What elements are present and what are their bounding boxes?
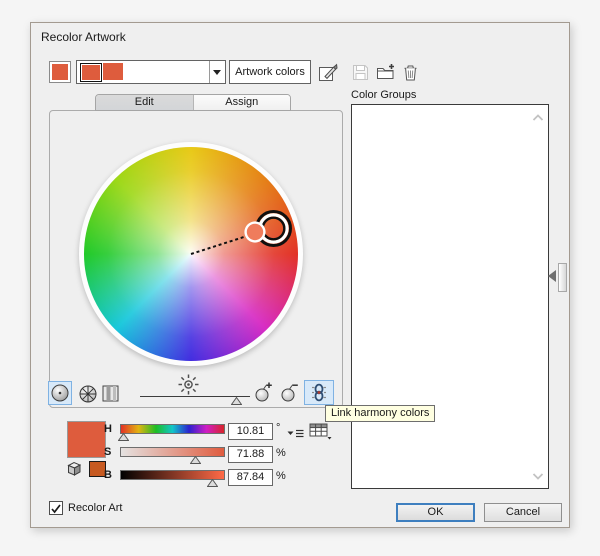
new-folder-icon <box>376 63 396 81</box>
smooth-color-wheel-button[interactable] <box>48 381 72 405</box>
ok-button[interactable]: OK <box>396 503 475 522</box>
scroll-down-icon[interactable] <box>532 472 544 480</box>
wheel-brightness-slider[interactable] <box>140 389 250 407</box>
brightness-unit: % <box>276 470 286 482</box>
brightness-value-slider-handle[interactable] <box>207 479 218 487</box>
harmony-swatch[interactable] <box>103 63 123 80</box>
delete-color-group-button[interactable] <box>403 64 418 82</box>
checkmark-icon <box>50 503 62 515</box>
harmony-combobox-dropdown-button[interactable] <box>209 61 225 83</box>
hue-value-field[interactable]: 10.81 <box>228 423 273 440</box>
color-mode-menu-button[interactable] <box>287 426 304 437</box>
hue-unit: ° <box>276 422 280 434</box>
edit-colors-icon <box>318 63 338 83</box>
color-groups-label: Color Groups <box>351 89 416 101</box>
color-bars-icon <box>102 385 119 402</box>
recolor-art-label: Recolor Art <box>68 502 122 514</box>
harmony-swatch-selected[interactable] <box>80 63 102 82</box>
swatch-grid-icon <box>309 423 332 440</box>
tab-assign[interactable]: Assign <box>193 95 291 110</box>
limit-color-library-button[interactable] <box>309 423 332 440</box>
color-groups-list[interactable] <box>351 104 549 489</box>
smooth-wheel-icon <box>50 383 70 403</box>
active-color-indicator <box>49 61 71 83</box>
save-icon <box>352 64 369 81</box>
saturation-slider-track[interactable] <box>120 447 225 457</box>
new-color-group-button[interactable] <box>376 63 396 81</box>
add-color-tool-button[interactable] <box>253 380 275 404</box>
color-bars-button[interactable] <box>101 384 120 403</box>
dialog-title: Recolor Artwork <box>41 30 126 44</box>
edit-colors-button[interactable] <box>318 63 338 83</box>
collapse-arrow-icon <box>548 270 556 282</box>
saturation-label: S <box>104 446 116 458</box>
saturation-slider[interactable] <box>120 447 225 465</box>
segmented-color-wheel-button[interactable] <box>76 382 99 405</box>
brightness-value-field[interactable]: 87.84 <box>228 469 273 486</box>
saturation-value-field[interactable]: 71.88 <box>228 446 273 463</box>
chevron-down-icon <box>213 70 221 75</box>
panel-collapse-handle[interactable] <box>558 263 567 292</box>
saturation-slider-handle[interactable] <box>190 456 201 464</box>
save-color-group-button[interactable] <box>352 64 369 81</box>
out-of-gamut-cube-icon[interactable] <box>64 460 85 478</box>
brightness-label: B <box>104 469 116 481</box>
recolor-art-checkbox[interactable] <box>49 501 63 515</box>
hue-label: H <box>104 423 116 435</box>
brightness-slider-handle[interactable] <box>231 397 242 405</box>
current-color-swatch <box>67 421 106 458</box>
trash-icon <box>403 64 418 82</box>
link-harmony-icon <box>311 383 327 402</box>
saturation-unit: % <box>276 447 286 459</box>
hue-slider-handle[interactable] <box>118 433 129 441</box>
edit-assign-tabstrip: Edit Assign <box>95 94 291 111</box>
recolor-artwork-dialog: Recolor Artwork Artwork colors <box>30 22 570 528</box>
screen: Recolor Artwork Artwork colors <box>0 0 600 556</box>
link-harmony-colors-button[interactable] <box>304 380 334 405</box>
add-color-icon <box>254 381 274 403</box>
menu-icon <box>287 428 304 439</box>
color-wheel[interactable] <box>84 147 298 361</box>
active-color-fill <box>52 64 68 80</box>
tab-edit[interactable]: Edit <box>96 95 193 110</box>
hue-slider[interactable] <box>120 424 225 442</box>
hue-slider-track[interactable] <box>120 424 225 434</box>
segmented-wheel-icon <box>78 384 98 404</box>
brightness-value-slider[interactable] <box>120 470 225 488</box>
remove-color-tool-button[interactable] <box>279 380 301 404</box>
cancel-button[interactable]: Cancel <box>484 503 562 522</box>
remove-color-icon <box>280 381 300 403</box>
harmony-colors-combobox[interactable] <box>76 60 226 84</box>
scroll-up-icon[interactable] <box>532 114 544 122</box>
harmony-rule-preset-button[interactable]: Artwork colors <box>229 60 311 84</box>
tooltip: Link harmony colors <box>325 405 435 422</box>
